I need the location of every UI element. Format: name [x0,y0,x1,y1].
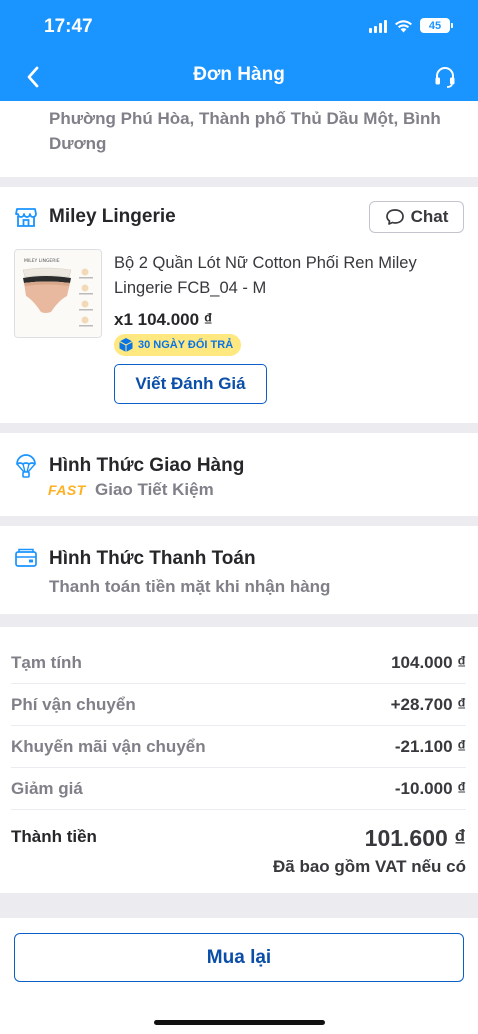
summary-value: +28.700 ₫ [390,694,466,714]
battery-level: 45 [428,19,442,32]
product-image[interactable]: MILEY LINGERIE [14,249,102,338]
summary-label: Tạm tính [11,652,82,672]
box-icon [119,338,133,352]
summary-value: 104.000 ₫ [391,652,466,672]
payment-section: Hình Thức Thanh Toán Thanh toán tiền mặt… [0,526,478,614]
shipping-method: Giao Tiết Kiệm [95,480,214,499]
battery-icon: 45 [420,18,453,33]
address-section: Phường Phú Hòa, Thành phố Thủ Dầu Một, B… [0,101,478,177]
wallet-icon [14,546,38,575]
headset-icon [435,67,455,88]
vat-note: Đã bao gồm VAT nếu có [273,857,466,876]
section-divider [0,614,478,627]
summary-label: Khuyến mãi vận chuyển [11,736,206,756]
wifi-icon [395,19,412,32]
return-badge-label: 30 NGÀY ĐỔI TRẢ [138,339,234,351]
shipping-title: Hình Thức Giao Hàng [49,455,245,476]
shop-icon [14,205,38,234]
app-header: 17:47 45 Đơn Hàng [0,0,478,101]
section-divider [0,423,478,433]
summary-label: Phí vận chuyển [11,694,136,714]
address-text: Phường Phú Hòa, Thành phố Thủ Dầu Một, B… [49,101,469,156]
payment-title: Hình Thức Thanh Toán [49,548,256,569]
section-divider [0,516,478,526]
chat-button[interactable]: Chat [369,201,464,233]
total-value: 101.600 ₫ [364,825,466,851]
address-line: Dương [49,134,107,153]
summary-label: Giảm giá [11,778,83,798]
summary-row-shipping-fee: Phí vận chuyển +28.700 ₫ [11,684,466,726]
status-icons: 45 [369,18,453,33]
summary-value: -10.000 ₫ [394,778,466,798]
product-image-brand: MILEY LINGERIE [24,258,60,264]
chat-label: Chat [410,207,449,226]
shop-section: Miley Lingerie Chat MILEY LINGERIE Bộ 2 … [0,187,478,423]
summary-row-shipping-discount: Khuyến mãi vận chuyển -21.100 ₫ [11,726,466,768]
home-indicator[interactable] [154,1020,325,1025]
fast-badge: FAST [48,482,86,498]
summary-row-subtotal: Tạm tính 104.000 ₫ [11,642,466,684]
total-label: Thành tiền [11,827,97,846]
shop-name[interactable]: Miley Lingerie [49,206,176,228]
shipping-section: Hình Thức Giao Hàng FAST Giao Tiết Kiệm [0,433,478,516]
rebuy-button[interactable]: Mua lại [14,933,464,982]
product-qty-price: x1 104.000 ₫ [114,310,213,329]
parachute-icon [14,453,38,484]
payment-method: Thanh toán tiền mặt khi nhận hàng [49,577,331,596]
status-time: 17:47 [44,16,93,37]
page-title: Đơn Hàng [193,64,285,85]
section-divider [0,893,478,917]
footer-bar: Mua lại [0,917,478,1034]
write-review-button[interactable]: Viết Đánh Giá [114,364,267,404]
chat-bubble-icon [385,209,404,225]
summary-row-discount: Giảm giá -10.000 ₫ [11,768,466,810]
order-summary: Tạm tính 104.000 ₫ Phí vận chuyển +28.70… [0,627,478,893]
return-badge: 30 NGÀY ĐỔI TRẢ [114,334,242,356]
section-divider [0,177,478,187]
support-button[interactable] [430,62,460,92]
signal-icon [369,19,387,33]
address-line: Phường Phú Hòa, Thành phố Thủ Dầu Một, B… [49,109,441,128]
summary-value: -21.100 ₫ [394,736,466,756]
product-name[interactable]: Bộ 2 Quần Lót Nữ Cotton Phối Ren Miley L… [114,251,464,301]
